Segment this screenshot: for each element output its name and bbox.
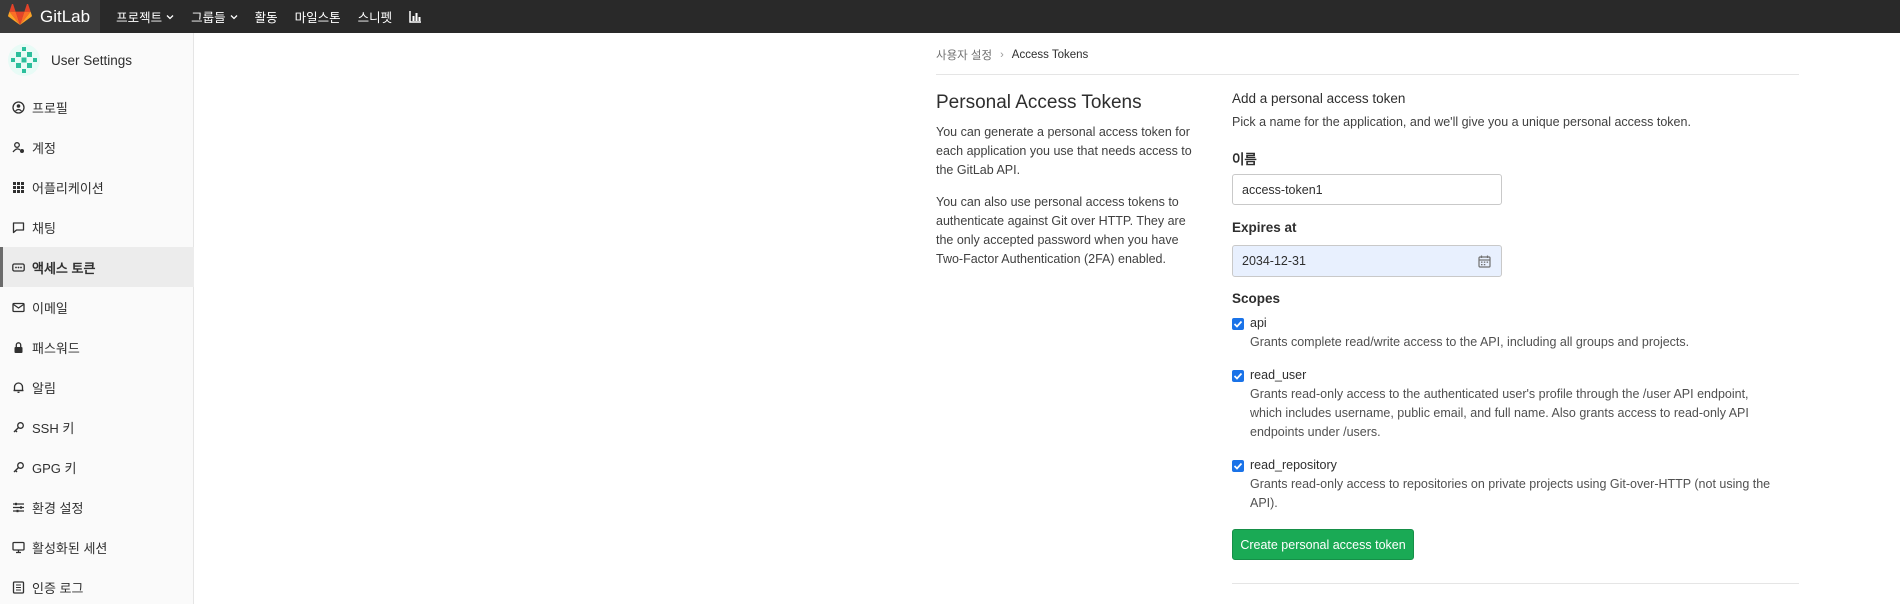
sidebar-item-label: GPG 키 [32, 460, 77, 476]
nav-activity[interactable]: 활동 [255, 7, 278, 26]
page-title: Personal Access Tokens [936, 92, 1142, 113]
sidebar-item-password[interactable]: 패스워드 [0, 327, 194, 367]
scope-read-user-checkbox[interactable] [1232, 370, 1244, 382]
scope-name: read_repository [1250, 458, 1337, 472]
calendar-icon[interactable] [1478, 255, 1491, 268]
token-form: Add a personal access token Pick a name … [1232, 91, 1799, 560]
sidebar-item-label: 환경 설정 [32, 500, 84, 516]
sidebar-item-auth-log[interactable]: 인증 로그 [0, 567, 194, 604]
scope-name: read_user [1250, 368, 1307, 382]
divider [936, 74, 1799, 75]
sidebar-item-ssh-keys[interactable]: SSH 키 [0, 407, 194, 447]
sidebar-item-notifications[interactable]: 알림 [0, 367, 194, 407]
breadcrumb-separator: › [1000, 49, 1004, 61]
sidebar-item-chat[interactable]: 채팅 [0, 207, 194, 247]
sidebar-item-preferences[interactable]: 환경 설정 [0, 487, 194, 527]
sidebar-item-label: 인증 로그 [32, 580, 84, 596]
top-navbar: GitLab 프로젝트 그룹들 활동 마일스톤 스니펫 [0, 0, 1900, 33]
divider [1232, 583, 1799, 584]
nav-groups-label: 그룹들 [191, 11, 226, 25]
sidebar-item-applications[interactable]: 어플리케이션 [0, 167, 194, 207]
intro-paragraph: You can also use personal access tokens … [936, 195, 1186, 266]
breadcrumb: 사용자 설정 › Access Tokens [936, 47, 1088, 63]
sidebar-item-gpg-keys[interactable]: GPG 키 [0, 447, 194, 487]
sidebar-item-email[interactable]: 이메일 [0, 287, 194, 327]
bell-icon [13, 381, 24, 393]
sidebar-item-active-sessions[interactable]: 활성화된 세션 [0, 527, 194, 567]
brand-name: GitLab [40, 6, 91, 26]
sidebar-item-label: 알림 [32, 380, 56, 396]
sidebar-item-label: 프로필 [32, 100, 68, 116]
chat-icon [12, 221, 25, 233]
account-icon [12, 141, 24, 153]
settings-sidebar: User Settings 프로필 계정 어플리케이션 채팅 액세스 토큰 이메… [0, 33, 194, 604]
scope-api-checkbox[interactable] [1232, 318, 1244, 330]
log-icon [12, 580, 25, 594]
chevron-down-icon [166, 14, 174, 19]
sidebar-item-label: 액세스 토큰 [32, 260, 96, 276]
expires-at-field[interactable] [1232, 245, 1502, 277]
nav-groups[interactable]: 그룹들 [191, 7, 238, 26]
scope-description: Grants read-only access to repositories … [1250, 477, 1771, 510]
breadcrumb-user-settings[interactable]: 사용자 설정 [936, 47, 992, 63]
checkmark-icon [1233, 372, 1243, 380]
token-icon [12, 262, 25, 272]
create-token-button[interactable]: Create personal access token [1232, 529, 1414, 560]
sidebar-header[interactable]: User Settings [0, 33, 193, 87]
form-heading: Add a personal access token [1232, 91, 1406, 106]
sidebar-item-label: 이메일 [32, 300, 68, 316]
sidebar-item-label: 계정 [32, 140, 56, 156]
form-help-text: Pick a name for the application, and we'… [1232, 115, 1691, 129]
profile-icon [12, 100, 25, 114]
gitlab-logo-icon [8, 3, 32, 29]
applications-icon [13, 181, 24, 193]
sidebar-item-label: 패스워드 [32, 340, 80, 356]
name-label: 이름 [1232, 152, 1257, 167]
intro-section: Personal Access Tokens You can generate … [936, 92, 1206, 269]
sidebar-item-access-tokens[interactable]: 액세스 토큰 [0, 247, 194, 287]
nav-projects-label: 프로젝트 [116, 11, 163, 25]
intro-paragraph: You can generate a personal access token… [936, 125, 1192, 177]
scope-description: Grants complete read/write access to the… [1250, 335, 1690, 349]
expires-at-input[interactable] [1233, 254, 1463, 268]
sidebar-item-label: 활성화된 세션 [32, 540, 108, 556]
monitor-icon [12, 541, 25, 553]
email-icon [12, 302, 25, 312]
nav-milestones[interactable]: 마일스톤 [295, 7, 341, 26]
expires-label: Expires at [1232, 220, 1297, 235]
sidebar-item-label: SSH 키 [32, 420, 75, 436]
chevron-down-icon [230, 14, 238, 19]
sidebar-item-label: 채팅 [32, 220, 56, 236]
sidebar-item-label: 어플리케이션 [32, 180, 104, 196]
scope-read-repository-checkbox[interactable] [1232, 460, 1244, 472]
token-name-input[interactable] [1232, 174, 1502, 205]
scope-description: Grants read-only access to the authentic… [1250, 387, 1749, 439]
breadcrumb-access-tokens[interactable]: Access Tokens [1012, 49, 1089, 61]
nav-projects[interactable]: 프로젝트 [116, 7, 174, 26]
avatar [8, 44, 40, 76]
nav-snippets[interactable]: 스니펫 [358, 7, 393, 26]
preferences-icon [13, 502, 24, 512]
sidebar-item-account[interactable]: 계정 [0, 127, 194, 167]
chart-icon [409, 10, 422, 23]
checkmark-icon [1233, 320, 1243, 328]
checkmark-icon [1233, 462, 1243, 470]
sidebar-item-profile[interactable]: 프로필 [0, 87, 194, 127]
nav-analytics[interactable] [409, 10, 422, 23]
key-icon [13, 421, 24, 432]
key-icon [13, 461, 24, 472]
lock-icon [14, 341, 23, 353]
scopes-label: Scopes [1232, 291, 1281, 306]
sidebar-title: User Settings [51, 52, 133, 68]
gitlab-home-link[interactable]: GitLab [0, 0, 101, 33]
scope-name: api [1250, 316, 1267, 330]
